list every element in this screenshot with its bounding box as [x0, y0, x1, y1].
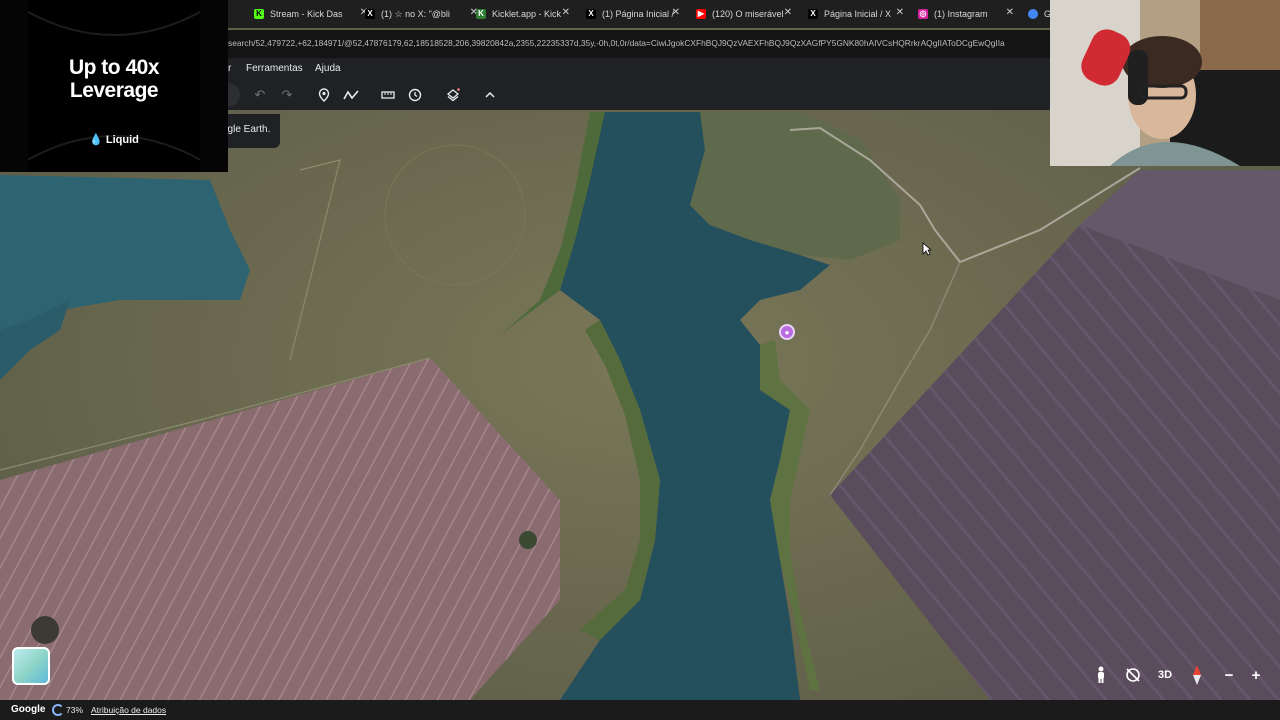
reset-tilt-icon[interactable] — [1120, 662, 1146, 688]
webcam-feed — [1050, 0, 1280, 166]
undo-icon[interactable]: ↶ — [251, 86, 269, 104]
close-icon[interactable]: ✕ — [896, 7, 904, 18]
youtube-icon: ▶ — [696, 9, 706, 19]
close-icon[interactable]: ✕ — [1006, 7, 1014, 18]
earth-toolbar: ↶ ↷ — [228, 80, 1050, 110]
loading-percent: 73% — [66, 705, 84, 715]
tab-x-home-2[interactable]: X Página Inicial / X ✕ — [808, 4, 904, 24]
pegman-icon[interactable] — [1088, 662, 1114, 688]
photo-marker-icon[interactable]: ● — [779, 324, 795, 340]
x-icon: X — [808, 9, 818, 19]
tab-label: Kicklet.app - Kick — [492, 9, 562, 19]
mouse-cursor-icon — [922, 242, 932, 256]
placemark-icon[interactable] — [315, 86, 333, 104]
3d-toggle-button[interactable]: 3D — [1152, 662, 1178, 688]
data-attribution-link[interactable]: Atribuição de dados — [91, 705, 166, 715]
compass-icon[interactable] — [1184, 662, 1210, 688]
menu-help[interactable]: Ajuda — [315, 63, 341, 74]
kicklet-icon: K — [476, 9, 486, 19]
close-icon[interactable]: ✕ — [672, 7, 680, 18]
ad-brand: 💧 Liquid — [0, 133, 228, 146]
tab-kick-dashboard[interactable]: K Stream - Kick Das ✕ — [254, 4, 368, 24]
history-icon[interactable] — [406, 86, 424, 104]
ad-headline-line1: Up to 40x — [68, 56, 160, 79]
liquid-ad-overlay[interactable]: Up to 40x Leverage 💧 Liquid — [0, 0, 228, 172]
webcam-overlay — [1050, 0, 1280, 166]
tab-x-search[interactable]: X (1) ☆ no X: "@bli ✕ — [365, 4, 478, 24]
tab-kicklet[interactable]: K Kicklet.app - Kick ✕ — [476, 4, 570, 24]
url-text[interactable]: search/52,479722,+62,184971/@52,47876179… — [228, 38, 1050, 48]
chevron-up-icon[interactable] — [481, 86, 499, 104]
ruler-icon[interactable] — [379, 86, 397, 104]
tab-label: (1) ☆ no X: "@bli — [381, 8, 450, 19]
tab-label: (120) O miserável — [712, 9, 784, 19]
zoom-in-icon[interactable]: + — [1243, 662, 1269, 688]
search-box-edge[interactable] — [228, 83, 240, 107]
close-icon[interactable]: ✕ — [562, 7, 570, 18]
instagram-icon: ◎ — [918, 9, 928, 19]
map-layer-toggle[interactable] — [12, 647, 50, 685]
earth-chip-label: ogle Earth. — [222, 124, 271, 135]
tab-label: Stream - Kick Das — [270, 9, 343, 19]
redo-icon[interactable]: ↷ — [278, 86, 296, 104]
x-icon: X — [365, 9, 375, 19]
tab-x-home[interactable]: X (1) Página Inicial / ✕ — [586, 4, 680, 24]
close-icon[interactable]: ✕ — [784, 7, 792, 18]
kick-icon: K — [254, 9, 264, 19]
menu-tools[interactable]: Ferramentas — [246, 63, 303, 74]
ad-headline: Up to 40x Leverage — [0, 56, 228, 102]
google-logo: Google — [11, 704, 46, 715]
ad-headline-line2: Leverage — [69, 79, 159, 102]
browser-tab-bar: K Stream - Kick Das ✕ X (1) ☆ no X: "@bl… — [228, 0, 1050, 28]
app-menu-bar: r Ferramentas Ajuda — [228, 58, 1050, 80]
droplet-icon: 💧 — [89, 134, 103, 146]
menu-item-partial[interactable]: r — [228, 63, 231, 74]
tab-youtube[interactable]: ▶ (120) O miserável ✕ — [696, 4, 792, 24]
tab-google-earth[interactable]: G — [1028, 4, 1050, 24]
ad-brand-label: Liquid — [105, 134, 139, 146]
map-footer: Google 73% Atribuição de dados — [0, 700, 1280, 720]
path-icon[interactable] — [342, 86, 360, 104]
tab-instagram[interactable]: ◎ (1) Instagram ✕ — [918, 4, 1014, 24]
tab-label: (1) Página Inicial / — [602, 9, 675, 19]
map-style-icon[interactable] — [444, 86, 462, 104]
tab-label: Página Inicial / X — [824, 9, 892, 19]
tab-label: (1) Instagram — [934, 9, 988, 19]
x-icon: X — [586, 9, 596, 19]
zoom-out-icon[interactable]: − — [1216, 662, 1242, 688]
address-bar[interactable]: search/52,479722,+62,184971/@52,47876179… — [228, 30, 1050, 58]
loading-spinner-icon — [52, 704, 64, 716]
earth-icon — [1028, 9, 1038, 19]
